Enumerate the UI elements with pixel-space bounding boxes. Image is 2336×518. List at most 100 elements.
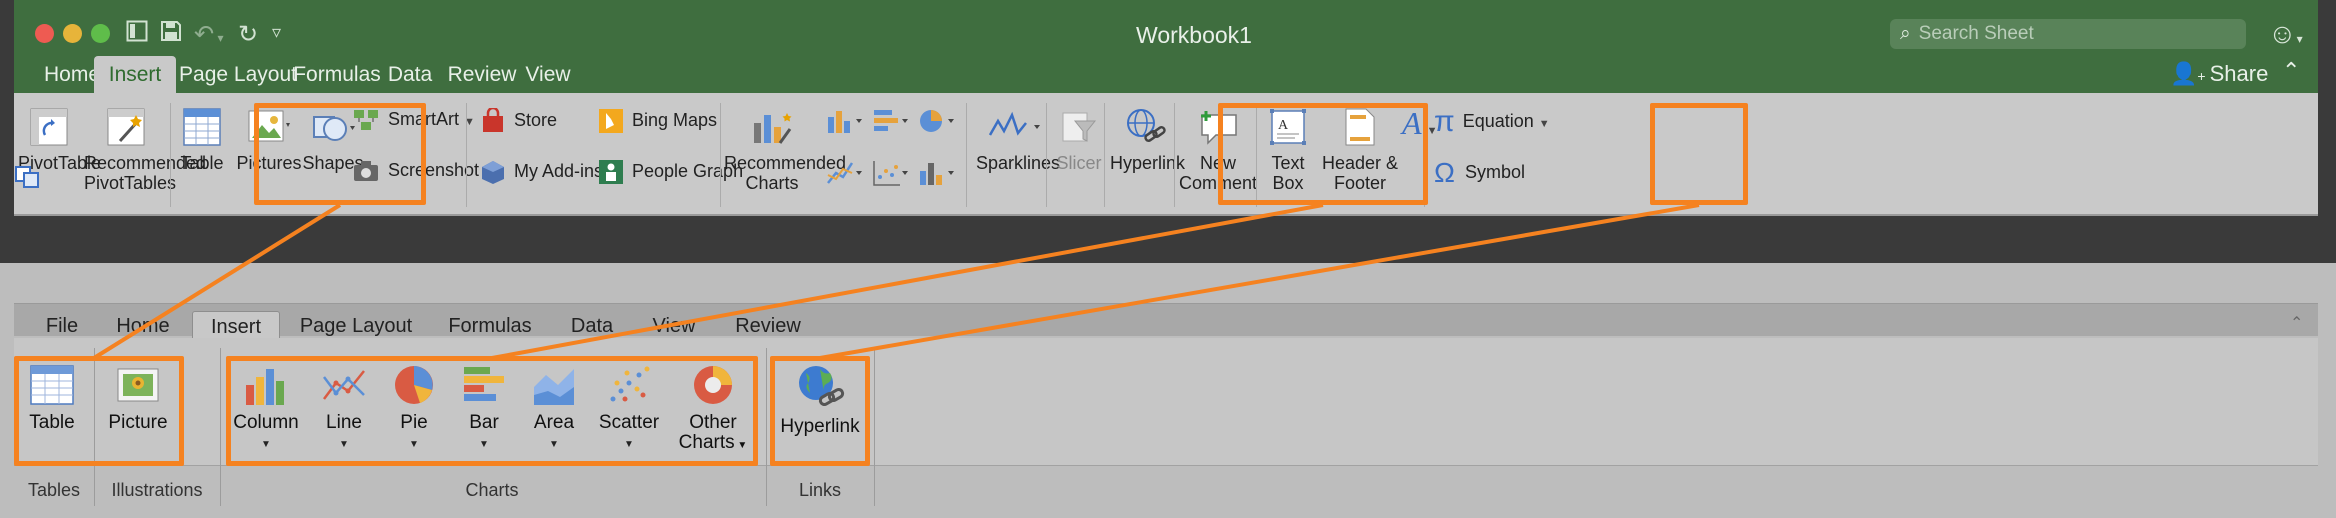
insert-line-chart-button[interactable] <box>826 159 866 192</box>
scatter-chart-icon <box>873 161 908 186</box>
slicer-button[interactable]: Slicer <box>1050 107 1108 173</box>
highlight-bt-charts <box>226 356 758 466</box>
bt-tab-view[interactable]: View <box>646 311 702 341</box>
store-bag-icon <box>483 108 503 132</box>
recommended-pivottables-label-1: Recommended <box>84 153 207 173</box>
separator <box>720 103 721 207</box>
separator <box>170 103 171 207</box>
object-icon <box>15 166 39 188</box>
separator <box>1104 103 1105 207</box>
bt-tab-data[interactable]: Data <box>562 311 622 341</box>
bing-maps-label: Bing Maps <box>632 109 718 130</box>
separator <box>1046 103 1047 207</box>
bt-tab-home[interactable]: Home <box>108 311 178 341</box>
column-chart-icon <box>828 111 862 133</box>
table-icon <box>183 108 221 146</box>
hyperlink-globe-icon <box>1127 109 1166 142</box>
store-label: Store <box>514 109 558 130</box>
pi-icon: π <box>1434 105 1455 138</box>
omega-icon: Ω <box>1434 157 1455 188</box>
statistic-chart-icon <box>920 163 954 185</box>
highlight-table-pictures <box>254 103 426 205</box>
undo-icon[interactable]: ↶ ▾ <box>194 20 223 49</box>
search-sheet-input[interactable]: ⌕ Search Sheet <box>1890 19 2246 49</box>
recommended-charts-button[interactable]: Recommended Charts <box>724 107 847 193</box>
bt-tab-page-layout[interactable]: Page Layout <box>296 311 416 341</box>
group-label-charts: Charts <box>465 480 519 500</box>
customize-qat-icon[interactable]: ▿ <box>272 22 281 43</box>
my-addins-label: My Add-ins <box>514 160 604 181</box>
group-separator <box>874 348 875 506</box>
save-icon[interactable] <box>160 20 182 49</box>
separator <box>966 103 967 207</box>
group-label-links: Links <box>798 480 842 500</box>
bt-tab-review[interactable]: Review <box>728 311 808 341</box>
sparklines-icon <box>988 111 1040 136</box>
sparklines-label: Sparklines <box>975 153 1061 173</box>
separator <box>1174 103 1175 207</box>
symbol-button[interactable]: Ω Symbol <box>1434 157 1525 189</box>
addins-cube-icon <box>482 161 504 184</box>
share-label: Share <box>2209 61 2269 86</box>
insert-pie-chart-button[interactable] <box>918 107 958 140</box>
bing-maps-button[interactable]: Bing Maps <box>598 108 717 134</box>
search-placeholder: Search Sheet <box>1918 23 2034 44</box>
excel-2016-window: ↶ ▾ ↻ ▿ Workbook1 ⌕ Search Sheet ☺▾ Home … <box>0 0 2336 263</box>
excel-2011-ribbon: File Home Insert Page Layout Formulas Da… <box>0 263 2336 518</box>
people-graph-icon <box>599 160 623 184</box>
store-button[interactable]: Store <box>480 108 557 134</box>
insert-bar-chart-button[interactable] <box>872 107 912 140</box>
close-window-button[interactable] <box>35 24 54 43</box>
bt-tab-formulas[interactable]: Formulas <box>442 311 538 341</box>
object-button[interactable] <box>14 165 40 194</box>
add-person-icon: 👤 <box>2170 61 2198 86</box>
window-title: Workbook1 <box>1136 22 1252 48</box>
separator <box>466 103 467 207</box>
insert-statistic-chart-button[interactable] <box>918 159 958 192</box>
bar-chart-icon <box>874 110 908 131</box>
tab-insert[interactable]: Insert <box>94 56 176 93</box>
bt-collapse-icon[interactable]: ⌃ <box>2290 313 2303 333</box>
highlight-charts <box>1218 103 1428 205</box>
group-label-illustrations: Illustrations <box>111 480 203 500</box>
symbol-label: Symbol <box>1464 161 1525 182</box>
line-chart-icon <box>827 162 862 184</box>
equation-label: Equation <box>1462 110 1534 131</box>
title-bar: ↶ ▾ ↻ ▿ Workbook1 ⌕ Search Sheet ☺▾ Home … <box>14 0 2318 93</box>
sidebar-toggle-icon[interactable] <box>126 20 148 49</box>
recommended-charts-icon <box>754 113 792 144</box>
tab-view[interactable]: View <box>508 56 588 93</box>
people-graph-button[interactable]: People Graph <box>598 159 743 185</box>
slicer-funnel-icon <box>1062 112 1097 142</box>
bing-icon <box>599 109 623 133</box>
zoom-window-button[interactable] <box>91 24 110 43</box>
slicer-label: Slicer <box>1056 153 1102 173</box>
hyperlink-button[interactable]: Hyperlink <box>1110 107 1185 173</box>
insert-scatter-chart-button[interactable] <box>872 159 912 192</box>
equation-button[interactable]: π Equation ▼ <box>1434 105 1550 139</box>
insert-column-chart-button[interactable] <box>826 107 866 140</box>
group-label-tables: Tables <box>27 480 81 500</box>
redo-icon[interactable]: ↻ <box>238 20 258 49</box>
recommended-pivottables-button[interactable]: Recommended PivotTables <box>84 107 207 193</box>
pivottable-button[interactable]: PivotTable <box>18 107 101 173</box>
pivottable-icon <box>30 108 68 146</box>
recommended-charts-label-2: Charts <box>745 173 799 193</box>
feedback-smiley-icon[interactable]: ☺▾ <box>2268 18 2303 50</box>
pie-chart-icon <box>920 110 954 132</box>
search-icon: ⌕ <box>1900 23 1911 44</box>
highlight-hyperlink <box>1650 103 1748 205</box>
table-button[interactable]: Table <box>174 107 230 173</box>
tab-page-layout[interactable]: Page Layout <box>174 56 302 93</box>
recommended-pivottables-label-2: PivotTables <box>84 173 177 193</box>
recommended-charts-label-1: Recommended <box>724 153 847 173</box>
bt-tab-file[interactable]: File <box>34 311 90 341</box>
share-button[interactable]: 👤+ Share <box>2170 61 2268 87</box>
highlight-bt-table-picture <box>14 356 184 466</box>
bt-tab-insert[interactable]: Insert <box>192 311 280 341</box>
minimize-window-button[interactable] <box>63 24 82 43</box>
collapse-ribbon-icon[interactable]: ⌃ <box>2282 58 2300 84</box>
recommended-pivottables-icon <box>107 108 145 146</box>
highlight-bt-hyperlink <box>770 356 870 466</box>
table-label: Table <box>180 153 224 173</box>
